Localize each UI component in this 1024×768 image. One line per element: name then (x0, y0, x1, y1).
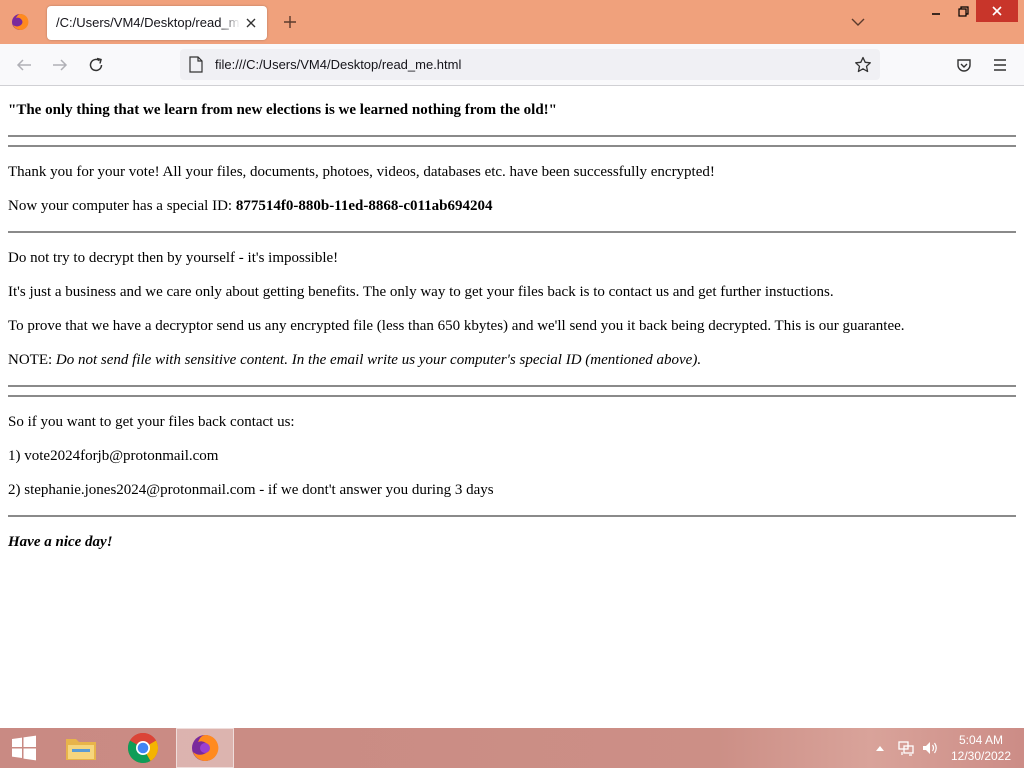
no-decrypt-warning: Do not try to decrypt then by yourself -… (8, 250, 339, 266)
url-bar[interactable]: file:///C:/Users/VM4/Desktop/read_me.htm… (180, 49, 880, 80)
business-message: It's just a business and we care only ab… (8, 284, 834, 300)
volume-icon[interactable] (920, 728, 940, 768)
nav-toolbar: file:///C:/Users/VM4/Desktop/read_me.htm… (0, 44, 1024, 86)
tray-arrow-icon[interactable] (872, 728, 888, 768)
divider (8, 515, 1016, 517)
divider (8, 395, 1016, 397)
pocket-icon[interactable] (952, 53, 976, 77)
firefox-icon[interactable] (8, 10, 32, 34)
divider (8, 385, 1016, 387)
url-text[interactable]: file:///C:/Users/VM4/Desktop/read_me.htm… (215, 57, 461, 72)
note-text: Do not send file with sensitive content.… (55, 352, 702, 368)
divider (8, 231, 1016, 233)
forward-arrow-icon[interactable] (48, 53, 72, 77)
proof-message: To prove that we have a decryptor send u… (8, 318, 905, 334)
windows-logo-icon[interactable] (0, 728, 48, 768)
reload-icon[interactable] (84, 53, 108, 77)
divider (8, 145, 1016, 147)
chrome-icon[interactable] (120, 728, 166, 768)
special-id-line: Now your computer has a special ID: 8775… (8, 198, 493, 215)
minimize-icon[interactable] (922, 0, 950, 22)
encryption-message: Thank you for your vote! All your files,… (8, 164, 715, 180)
tab-strip: /C:/Users/VM4/Desktop/read_me.html (0, 0, 1024, 44)
star-icon[interactable] (853, 55, 873, 75)
back-arrow-icon[interactable] (12, 53, 36, 77)
hamburger-menu-icon[interactable] (988, 53, 1012, 77)
page-quote: "The only thing that we learn from new e… (8, 102, 557, 118)
page-content: "The only thing that we learn from new e… (0, 86, 1024, 728)
contact-email-2: 2) stephanie.jones2024@protonmail.com - … (8, 482, 494, 498)
clock-date: 12/30/2022 (950, 749, 1012, 763)
divider (8, 135, 1016, 137)
special-id-value: 877514f0-880b-11ed-8868-c011ab694204 (235, 198, 493, 214)
firefox-icon[interactable] (176, 728, 234, 768)
closing-message: Have a nice day! (8, 534, 113, 550)
tab-title: /C:/Users/VM4/Desktop/read_me.html (56, 15, 240, 30)
tab-active[interactable]: /C:/Users/VM4/Desktop/read_me.html (47, 6, 267, 40)
network-icon[interactable] (896, 728, 916, 768)
contact-email-1: 1) vote2024forjb@protonmail.com (8, 448, 219, 464)
special-id-label: Now your computer has a special ID: (8, 198, 236, 214)
chevron-down-icon[interactable] (848, 12, 868, 32)
clock-time: 5:04 AM (958, 733, 1004, 747)
system-clock[interactable]: 5:04 AM 12/30/2022 (946, 732, 1016, 764)
page-icon (189, 56, 205, 74)
note-line: NOTE: Do not send file with sensitive co… (8, 352, 701, 369)
close-icon[interactable] (976, 0, 1018, 22)
folder-icon[interactable] (58, 728, 104, 768)
taskbar: 5:04 AM 12/30/2022 (0, 728, 1024, 768)
contact-intro: So if you want to get your files back co… (8, 414, 295, 430)
plus-icon[interactable] (280, 12, 300, 32)
close-icon[interactable] (241, 13, 261, 33)
restore-icon[interactable] (950, 0, 976, 22)
note-label: NOTE: (8, 352, 56, 368)
